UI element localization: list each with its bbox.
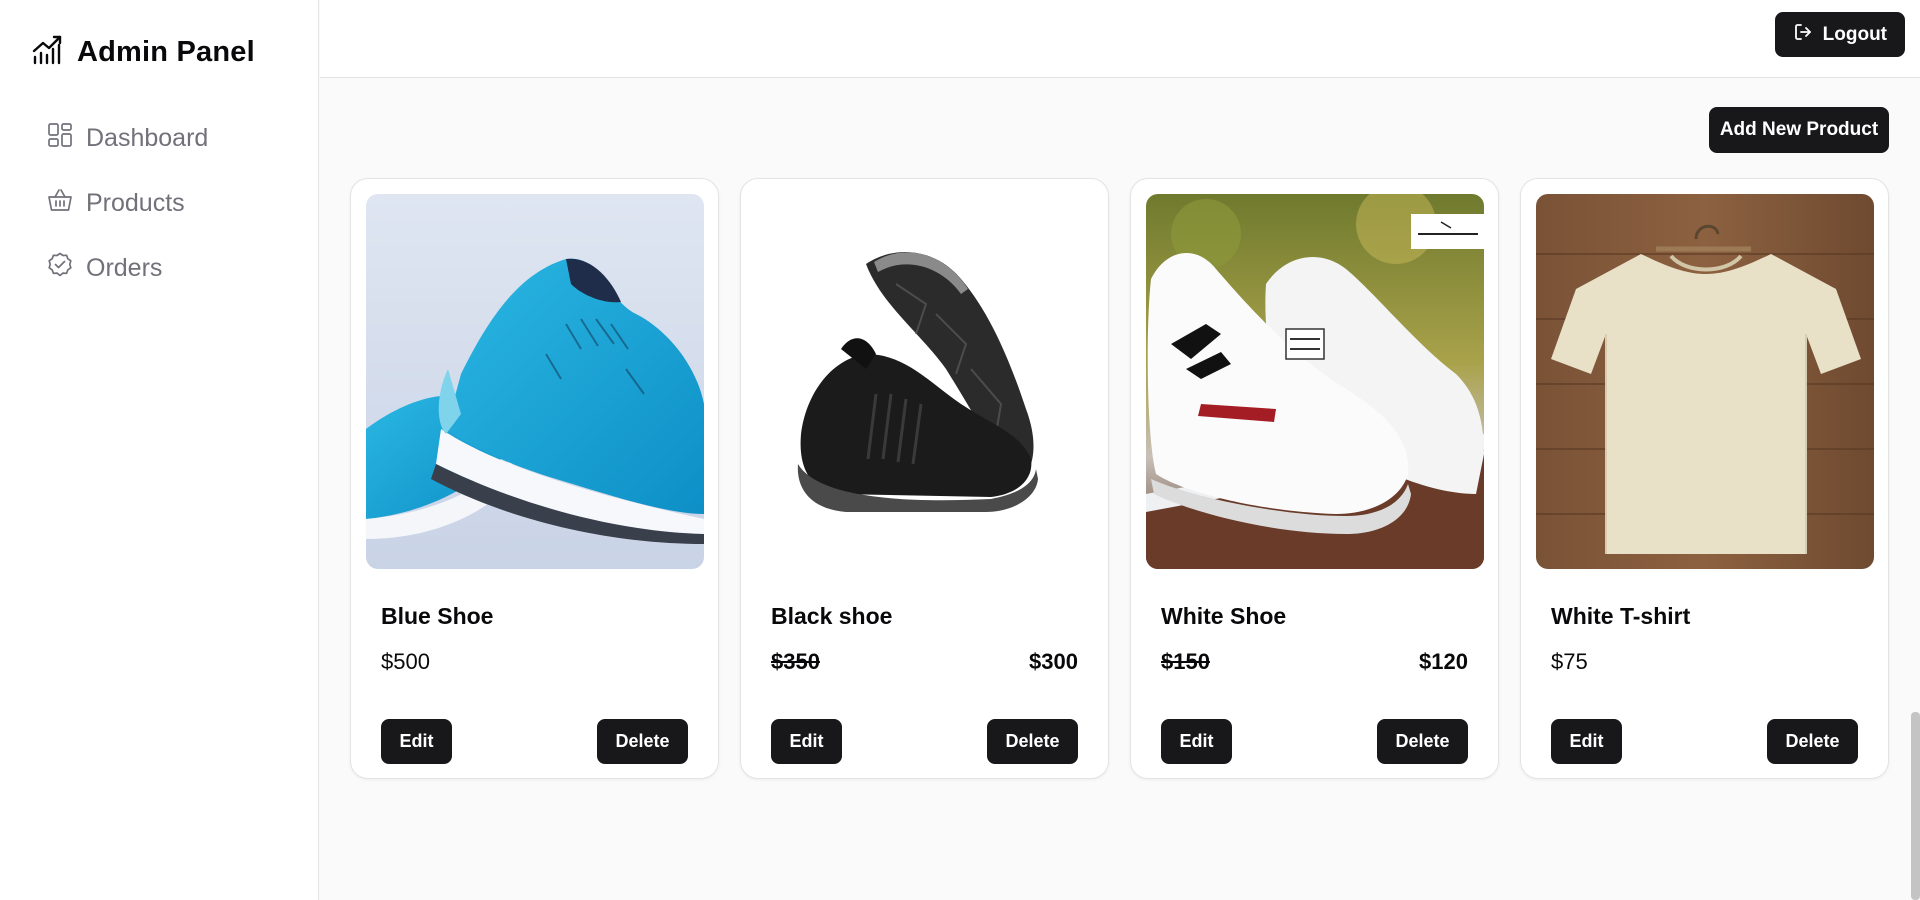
sidebar-item-label: Dashboard bbox=[86, 124, 209, 152]
sidebar-item-dashboard[interactable]: Dashboard bbox=[46, 106, 318, 171]
sidebar-item-orders[interactable]: Orders bbox=[46, 236, 318, 301]
product-card: Black shoe $350 $300 Edit Delete bbox=[740, 178, 1109, 779]
sidebar-item-products[interactable]: Products bbox=[46, 171, 318, 236]
brand-title: Admin Panel bbox=[77, 35, 255, 68]
sidebar-item-label: Orders bbox=[86, 254, 163, 282]
delete-button[interactable]: Delete bbox=[987, 719, 1078, 764]
price-row: $150 $120 bbox=[1161, 649, 1468, 675]
top-bar: Logout bbox=[320, 0, 1920, 78]
product-image-black-shoe[interactable] bbox=[756, 194, 1094, 569]
sale-price: $120 bbox=[1419, 649, 1468, 674]
product-name: Blue Shoe bbox=[381, 603, 494, 629]
price-row: $500 bbox=[381, 649, 688, 675]
product-name: White Shoe bbox=[1161, 603, 1287, 629]
sale-price: $300 bbox=[1029, 649, 1078, 674]
edit-button[interactable]: Edit bbox=[381, 719, 452, 764]
product-price: $75 bbox=[1551, 649, 1588, 674]
brand[interactable]: Admin Panel bbox=[0, 0, 318, 78]
delete-button[interactable]: Delete bbox=[1767, 719, 1858, 764]
scrollbar-thumb[interactable] bbox=[1911, 712, 1920, 900]
price-row: $75 bbox=[1551, 649, 1858, 675]
price-row: $350 $300 bbox=[771, 649, 1078, 675]
product-image-white-tshirt[interactable] bbox=[1536, 194, 1874, 569]
product-name: Black shoe bbox=[771, 603, 893, 629]
chart-line-icon bbox=[31, 33, 65, 72]
logout-label: Logout bbox=[1822, 23, 1887, 45]
delete-button[interactable]: Delete bbox=[1377, 719, 1468, 764]
log-out-icon bbox=[1793, 22, 1813, 48]
sidebar-item-label: Products bbox=[86, 189, 185, 217]
edit-button[interactable]: Edit bbox=[1551, 719, 1622, 764]
badge-check-icon bbox=[46, 251, 74, 286]
sidebar: Admin Panel Dashboard Products Orders bbox=[0, 0, 319, 900]
sidebar-nav: Dashboard Products Orders bbox=[0, 106, 318, 301]
edit-button[interactable]: Edit bbox=[771, 719, 842, 764]
product-card: Blue Shoe $500 Edit Delete bbox=[350, 178, 719, 779]
product-grid: Blue Shoe $500 Edit Delete Black shoe $3… bbox=[350, 178, 1889, 779]
original-price: $350 bbox=[771, 649, 820, 674]
product-card: White T-shirt $75 Edit Delete bbox=[1520, 178, 1889, 779]
original-price: $150 bbox=[1161, 649, 1210, 674]
product-card: White Shoe $150 $120 Edit Delete bbox=[1130, 178, 1499, 779]
product-image-white-shoe[interactable] bbox=[1146, 194, 1484, 569]
shopping-basket-icon bbox=[46, 186, 74, 221]
layout-grid-icon bbox=[46, 121, 74, 156]
delete-button[interactable]: Delete bbox=[597, 719, 688, 764]
edit-button[interactable]: Edit bbox=[1161, 719, 1232, 764]
product-name: White T-shirt bbox=[1551, 603, 1691, 629]
add-new-product-button[interactable]: Add New Product bbox=[1709, 107, 1889, 153]
logout-button[interactable]: Logout bbox=[1774, 12, 1905, 57]
product-price: $500 bbox=[381, 649, 430, 674]
product-image-blue-shoe[interactable] bbox=[366, 194, 704, 569]
